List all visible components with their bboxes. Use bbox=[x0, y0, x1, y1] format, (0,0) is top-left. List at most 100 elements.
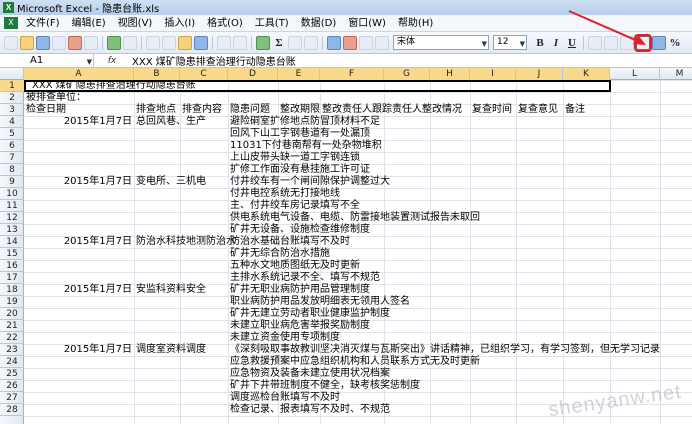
menu-insert[interactable]: 插入(I) bbox=[158, 16, 201, 31]
font-size-select[interactable]: 12 ▼ bbox=[493, 35, 527, 50]
menu-help[interactable]: 帮助(H) bbox=[392, 16, 439, 31]
row-header-19[interactable]: 19 bbox=[0, 296, 24, 308]
issue-cell[interactable]: 扩修工作面没有悬挂施工许可证 bbox=[230, 164, 370, 176]
check-date-cell[interactable]: 2015年1月7日 bbox=[24, 284, 132, 296]
fx-icon[interactable]: fx bbox=[94, 56, 130, 66]
open-icon[interactable] bbox=[20, 35, 34, 50]
header-remarks[interactable]: 备注 bbox=[565, 104, 585, 116]
row-header-7[interactable]: 7 bbox=[0, 152, 24, 164]
column-header-l[interactable]: L bbox=[610, 68, 660, 80]
column-header-c[interactable]: C bbox=[180, 68, 228, 80]
issue-cell[interactable]: 矿井无综合防治水措施 bbox=[230, 248, 330, 260]
sort-descending-icon[interactable] bbox=[304, 35, 318, 50]
issue-cell[interactable]: 防治水基础台账填写不及时 bbox=[230, 236, 350, 248]
header-check-date[interactable]: 检查日期 bbox=[26, 104, 66, 116]
select-all-corner[interactable] bbox=[0, 68, 24, 80]
bold-button[interactable]: B bbox=[533, 36, 547, 50]
issue-cell[interactable]: 付井电控系统无打接地线 bbox=[230, 188, 340, 200]
hyperlink-icon[interactable] bbox=[256, 35, 270, 50]
save-icon[interactable] bbox=[36, 35, 50, 50]
issue-cell[interactable]: 矿井下井带班制度不健全，缺考核奖惩制度 bbox=[230, 380, 420, 392]
menu-file[interactable]: 文件(F) bbox=[20, 16, 66, 31]
drawing-icon[interactable] bbox=[343, 35, 357, 50]
column-header-k[interactable]: K bbox=[563, 68, 610, 80]
column-header-j[interactable]: J bbox=[516, 68, 563, 80]
font-name-select[interactable]: 宋体 ▼ bbox=[393, 35, 489, 50]
format-painter-icon[interactable] bbox=[194, 35, 208, 50]
header-location[interactable]: 排查地点 bbox=[136, 104, 176, 116]
header-status[interactable]: 整改情况 bbox=[422, 104, 462, 116]
location-cell[interactable]: 防治水科技地测防治水 bbox=[136, 236, 236, 248]
column-header-e[interactable]: E bbox=[278, 68, 320, 80]
cut-icon[interactable] bbox=[146, 35, 160, 50]
print-preview-icon[interactable] bbox=[84, 35, 98, 50]
redo-icon[interactable] bbox=[233, 35, 247, 50]
header-content[interactable]: 排查内容 bbox=[182, 104, 222, 116]
percent-button[interactable]: % bbox=[668, 36, 682, 50]
row-header-24[interactable]: 24 bbox=[0, 356, 24, 368]
row-header-22[interactable]: 22 bbox=[0, 332, 24, 344]
underline-button[interactable]: U bbox=[565, 36, 579, 50]
row-header-8[interactable]: 8 bbox=[0, 164, 24, 176]
undo-icon[interactable] bbox=[217, 35, 231, 50]
menu-view[interactable]: 视图(V) bbox=[112, 16, 159, 31]
row-header-18[interactable]: 18 bbox=[0, 284, 24, 296]
row-header-25[interactable]: 25 bbox=[0, 368, 24, 380]
issue-cell[interactable]: 主、付井绞车房记录填写不全 bbox=[230, 200, 360, 212]
issue-cell[interactable]: 矿井无建立劳动者职业健康监护制度 bbox=[230, 308, 390, 320]
row-header-21[interactable]: 21 bbox=[0, 320, 24, 332]
header-review-time[interactable]: 复查时间 bbox=[472, 104, 512, 116]
issue-cell[interactable]: 主排水系统记录不全、填写不规范 bbox=[230, 272, 380, 284]
issue-cell[interactable]: 未建立职业病危害举报奖励制度 bbox=[230, 320, 370, 332]
row-header-11[interactable]: 11 bbox=[0, 200, 24, 212]
location-cell[interactable]: 变电所、三机电 bbox=[136, 176, 206, 188]
row-header-23[interactable]: 23 bbox=[0, 344, 24, 356]
row-header-28[interactable]: 28 bbox=[0, 404, 24, 416]
autosum-icon[interactable]: Σ bbox=[272, 36, 286, 50]
align-center-icon[interactable] bbox=[604, 35, 618, 50]
menu-data[interactable]: 数据(D) bbox=[295, 16, 343, 31]
issue-cell[interactable]: 避险硐室扩修地点防冒顶材料不足 bbox=[230, 116, 380, 128]
sort-ascending-icon[interactable] bbox=[288, 35, 302, 50]
row-header-3[interactable]: 3 bbox=[0, 104, 24, 116]
issue-cell[interactable]: 未建立资金使用专项制度 bbox=[230, 332, 340, 344]
menu-window[interactable]: 窗口(W) bbox=[342, 16, 392, 31]
copy-icon[interactable] bbox=[162, 35, 176, 50]
row-header-13[interactable]: 13 bbox=[0, 224, 24, 236]
check-date-cell[interactable]: 2015年1月7日 bbox=[24, 344, 132, 356]
header-review-opinion[interactable]: 复查意见 bbox=[518, 104, 558, 116]
inspected-unit-cell[interactable]: 被排查单位： bbox=[26, 92, 86, 104]
column-header-m[interactable]: M bbox=[660, 68, 692, 80]
column-header-d[interactable]: D bbox=[228, 68, 278, 80]
location-cell[interactable]: 总回风巷、生产 bbox=[136, 116, 206, 128]
row-header-6[interactable]: 6 bbox=[0, 140, 24, 152]
header-issue[interactable]: 隐患问题 bbox=[230, 104, 270, 116]
formula-input[interactable]: XXX 煤矿隐患排查治理行动隐患台账 bbox=[130, 53, 296, 68]
issue-cell[interactable]: 应急救援预案中应急组织机构和人员联系方式无及时更新 bbox=[230, 356, 480, 368]
header-deadline[interactable]: 整改期限 bbox=[280, 104, 320, 116]
workbook-icon[interactable]: X bbox=[4, 17, 18, 29]
merge-and-center-button[interactable] bbox=[634, 33, 652, 52]
italic-button[interactable]: I bbox=[549, 36, 563, 50]
row-header-27[interactable]: 27 bbox=[0, 392, 24, 404]
align-right-icon[interactable] bbox=[620, 35, 634, 50]
align-left-icon[interactable] bbox=[588, 35, 602, 50]
check-date-cell[interactable]: 2015年1月7日 bbox=[24, 116, 132, 128]
row-header-5[interactable]: 5 bbox=[0, 128, 24, 140]
issue-cell[interactable]: 五种水文地质图纸无及时更新 bbox=[230, 260, 360, 272]
menu-edit[interactable]: 编辑(E) bbox=[66, 16, 112, 31]
column-header-f[interactable]: F bbox=[320, 68, 384, 80]
row-header-1[interactable]: 1 bbox=[0, 80, 24, 92]
row-header-26[interactable]: 26 bbox=[0, 380, 24, 392]
row-header-15[interactable]: 15 bbox=[0, 248, 24, 260]
row-header-9[interactable]: 9 bbox=[0, 176, 24, 188]
cell-area[interactable]: XXX 煤矿隐患排查治理行动隐患台账 被排查单位： 检查日期 排查地点 排查内容… bbox=[24, 80, 692, 424]
help-icon[interactable] bbox=[375, 35, 389, 50]
row-header-16[interactable]: 16 bbox=[0, 260, 24, 272]
issue-cell[interactable]: 11031下付巷南帮有一处杂物堆积 bbox=[230, 140, 382, 152]
row-header-17[interactable]: 17 bbox=[0, 272, 24, 284]
location-cell[interactable]: 调度室资料调度 bbox=[136, 344, 206, 356]
column-header-h[interactable]: H bbox=[430, 68, 470, 80]
header-responsible[interactable]: 整改责任人 bbox=[322, 104, 372, 116]
zoom-icon[interactable] bbox=[359, 35, 373, 50]
